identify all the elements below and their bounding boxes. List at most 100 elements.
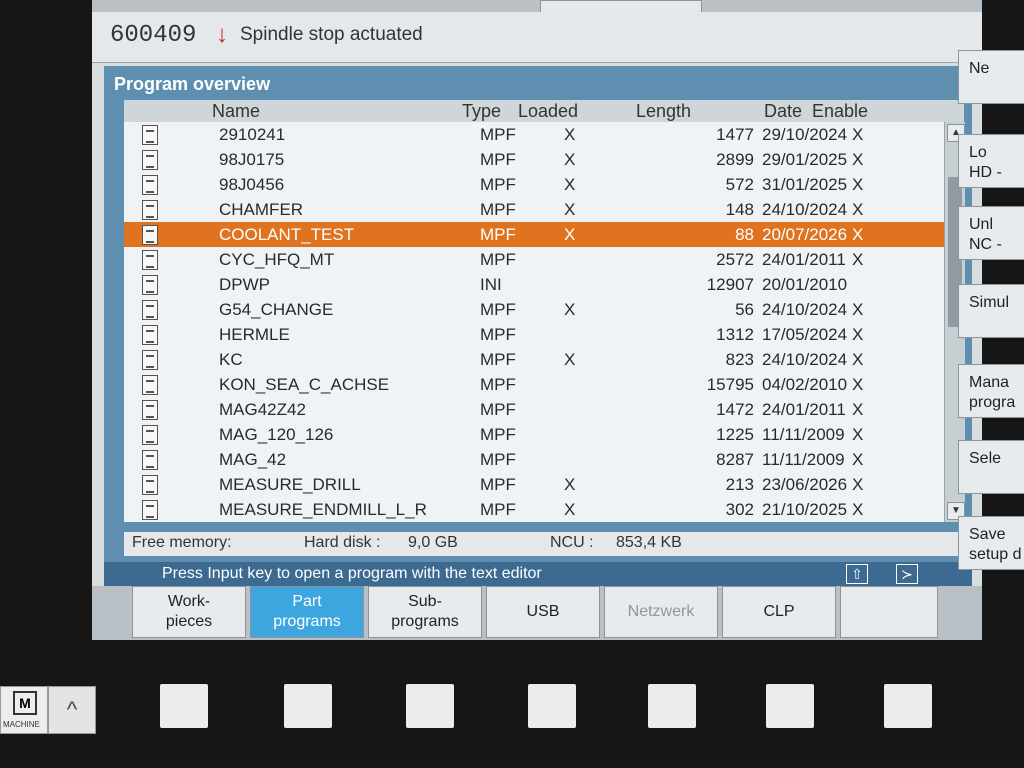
softkey-line2: programs xyxy=(391,613,459,630)
vertical-softkey-7[interactable]: Save setup d xyxy=(958,516,1024,570)
program-name: MAG_120_126 xyxy=(219,425,334,444)
program-length: 572 xyxy=(725,175,754,194)
softkey-2[interactable]: Part programs xyxy=(250,586,364,638)
program-row[interactable]: MAG_42 MPF 8287 11/11/2009 X xyxy=(124,447,944,472)
program-row[interactable]: MEASURE_DRILL MPF X 213 23/06/2026 X xyxy=(124,472,944,497)
program-loaded: X xyxy=(564,475,576,494)
program-row[interactable]: 2910241 MPF X 1477 29/10/2024 X xyxy=(124,122,944,147)
machine-key[interactable]: M MACHINE xyxy=(0,686,48,734)
program-enable: X xyxy=(852,175,864,194)
program-row[interactable]: 98J0175 MPF X 2899 29/01/2025 X xyxy=(124,147,944,172)
softkey-6[interactable]: CLP xyxy=(722,586,836,638)
program-row[interactable]: G54_CHANGE MPF X 56 24/10/2024 X xyxy=(124,297,944,322)
vertical-softkey-3[interactable]: Unl NC - xyxy=(958,206,1024,260)
vertical-softkey-5[interactable]: Mana progra xyxy=(958,364,1024,418)
program-row[interactable]: COOLANT_TEST MPF X 88 20/07/2026 X xyxy=(124,222,944,247)
hmi-screen: 600409 ↓ Spindle stop actuated Program o… xyxy=(92,0,982,640)
vertical-softkey-2[interactable]: Lo HD - xyxy=(958,134,1024,188)
program-name: CYC_HFQ_MT xyxy=(219,250,335,269)
program-file-icon xyxy=(142,250,158,270)
table-header: Name Type Loaded Length Date Enable xyxy=(124,100,964,122)
program-name: G54_CHANGE xyxy=(219,300,334,319)
vsoftkey-line1: Lo xyxy=(969,144,987,161)
hw-softkey-7[interactable] xyxy=(884,684,932,728)
program-row[interactable]: KON_SEA_C_ACHSE MPF 15795 04/02/2010 X xyxy=(124,372,944,397)
softkey-4[interactable]: USB xyxy=(486,586,600,638)
program-type: MPF xyxy=(480,375,516,394)
program-row[interactable]: 98J0456 MPF X 572 31/01/2025 X xyxy=(124,172,944,197)
program-file-icon xyxy=(142,450,158,470)
program-name: 2910241 xyxy=(219,125,286,144)
program-type: MPF xyxy=(480,175,516,194)
vertical-softkey-4[interactable]: Simul xyxy=(958,284,1024,338)
vsoftkey-line2: NC - xyxy=(969,236,1002,253)
col-date[interactable]: Date xyxy=(764,101,802,122)
softkey-line1: USB xyxy=(526,603,560,620)
program-type: MPF xyxy=(480,125,516,144)
softkey-3[interactable]: Sub-programs xyxy=(368,586,482,638)
next-page-icon[interactable]: ≻ xyxy=(896,564,918,584)
hw-softkey-3[interactable] xyxy=(406,684,454,728)
program-date: 23/06/2026 xyxy=(762,475,848,494)
vertical-softkey-6[interactable]: Sele xyxy=(958,440,1024,494)
ncu-value: 853,4 KB xyxy=(616,534,682,551)
harddisk-label: Hard disk : xyxy=(304,534,381,551)
program-name: MAG42Z42 xyxy=(219,400,306,419)
hw-softkey-2[interactable] xyxy=(284,684,332,728)
program-type: MPF xyxy=(480,200,516,219)
program-name: COOLANT_TEST xyxy=(219,225,355,244)
hw-softkey-5[interactable] xyxy=(648,684,696,728)
program-enable: X xyxy=(852,350,864,369)
program-name: MEASURE_ENDMILL_L_R xyxy=(219,500,427,519)
page-up-icon[interactable]: ⇧ xyxy=(846,564,868,584)
vertical-softkey-1[interactable]: Ne xyxy=(958,50,1024,104)
hw-softkey-6[interactable] xyxy=(766,684,814,728)
program-file-icon xyxy=(142,225,158,245)
softkey-line1: Netzwerk xyxy=(627,603,695,620)
program-name: 98J0175 xyxy=(219,150,285,169)
program-type: MPF xyxy=(480,300,516,319)
softkey-1[interactable]: Work-pieces xyxy=(132,586,246,638)
softkey-5[interactable]: Netzwerk xyxy=(604,586,718,638)
hw-softkey-4[interactable] xyxy=(528,684,576,728)
program-file-icon xyxy=(142,150,158,170)
panel-title: Program overview xyxy=(114,74,271,94)
program-row[interactable]: DPWP INI 12907 20/01/2010 xyxy=(124,272,944,297)
program-length: 2572 xyxy=(716,250,754,269)
program-file-icon xyxy=(142,425,158,445)
hw-softkey-1[interactable] xyxy=(160,684,208,728)
program-date: 21/10/2025 xyxy=(762,500,848,519)
program-row[interactable]: HERMLE MPF 1312 17/05/2024 X xyxy=(124,322,944,347)
col-enable[interactable]: Enable xyxy=(812,101,868,122)
program-length: 2899 xyxy=(716,150,754,169)
program-row[interactable]: KC MPF X 823 24/10/2024 X xyxy=(124,347,944,372)
softkey-7[interactable] xyxy=(840,586,938,638)
program-type: MPF xyxy=(480,450,516,469)
up-key[interactable]: ^ xyxy=(48,686,96,734)
program-type: MPF xyxy=(480,475,516,494)
softkey-line1: Sub- xyxy=(408,593,442,610)
program-row[interactable]: MAG_120_126 MPF 1225 11/11/2009 X xyxy=(124,422,944,447)
col-type[interactable]: Type xyxy=(462,101,501,122)
program-date: 24/10/2024 xyxy=(762,300,848,319)
program-list[interactable]: 2910241 MPF X 1477 29/10/2024 X 98J0175 MPF X 289… xyxy=(124,122,944,522)
machine-label: MACHINE xyxy=(3,720,40,729)
program-length: 1312 xyxy=(716,325,754,344)
program-length: 1472 xyxy=(716,400,754,419)
program-row[interactable]: MEASURE_ENDMILL_L_R MPF X 302 21/10/2025 X xyxy=(124,497,944,522)
vsoftkey-line1: Save xyxy=(969,526,1006,543)
program-length: 8287 xyxy=(716,450,754,469)
program-date: 29/10/2024 xyxy=(762,125,848,144)
program-row[interactable]: MAG42Z42 MPF 1472 24/01/2011 X xyxy=(124,397,944,422)
program-row[interactable]: CHAMFER MPF X 148 24/10/2024 X xyxy=(124,197,944,222)
col-loaded[interactable]: Loaded xyxy=(518,101,578,122)
col-name[interactable]: Name xyxy=(212,101,260,122)
program-name: CHAMFER xyxy=(219,200,304,219)
status-line: Press Input key to open a program with t… xyxy=(104,562,972,586)
softkey-line1: CLP xyxy=(763,603,795,620)
program-date: 24/10/2024 xyxy=(762,350,848,369)
program-date: 04/02/2010 xyxy=(762,375,848,394)
vsoftkey-line2: progra xyxy=(969,394,1016,411)
col-length[interactable]: Length xyxy=(636,101,691,122)
program-row[interactable]: CYC_HFQ_MT MPF 2572 24/01/2011 X xyxy=(124,247,944,272)
